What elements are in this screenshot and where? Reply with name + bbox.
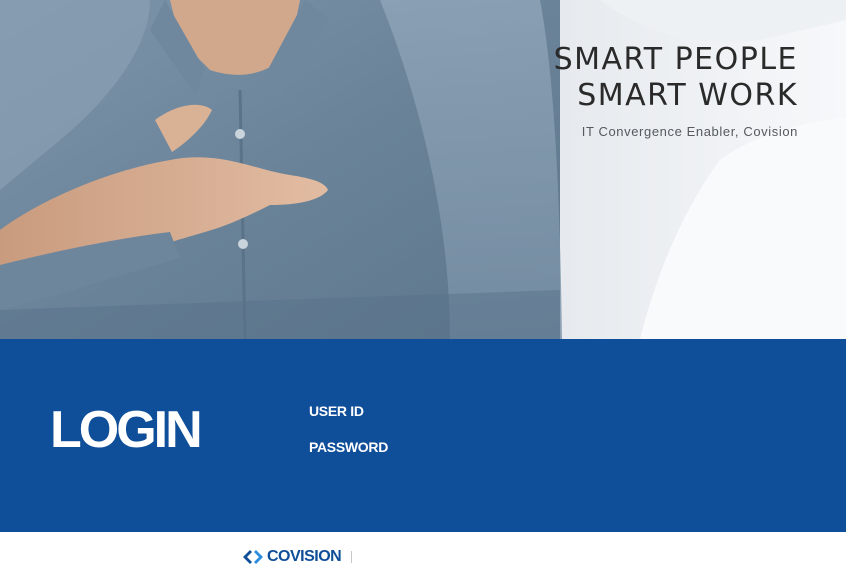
user-id-row: USER ID <box>309 399 627 423</box>
slogan-line-1: SMART PEOPLE <box>553 42 798 77</box>
slogan: SMART PEOPLE SMART WORK IT Convergence E… <box>554 42 798 139</box>
slogan-tagline: IT Convergence Enabler, Covision <box>581 124 798 139</box>
password-label: PASSWORD <box>309 439 389 455</box>
hero-banner: SMART PEOPLE SMART WORK IT Convergence E… <box>0 0 846 339</box>
footer: COVISION <box>0 532 846 584</box>
user-id-input[interactable] <box>419 400 627 422</box>
login-panel: LOGIN USER ID PASSWORD <box>0 339 846 532</box>
password-row: PASSWORD <box>309 435 627 459</box>
covision-diamond-icon <box>243 550 263 564</box>
user-id-label: USER ID <box>309 403 364 419</box>
covision-logo: COVISION <box>242 548 353 566</box>
login-page: SMART PEOPLE SMART WORK IT Convergence E… <box>0 0 846 584</box>
slogan-line-2: SMART WORK <box>577 78 798 113</box>
logo-text: COVISION <box>267 548 342 565</box>
logo-divider <box>351 551 353 563</box>
password-input[interactable] <box>419 436 627 458</box>
login-title: LOGIN <box>50 401 203 459</box>
